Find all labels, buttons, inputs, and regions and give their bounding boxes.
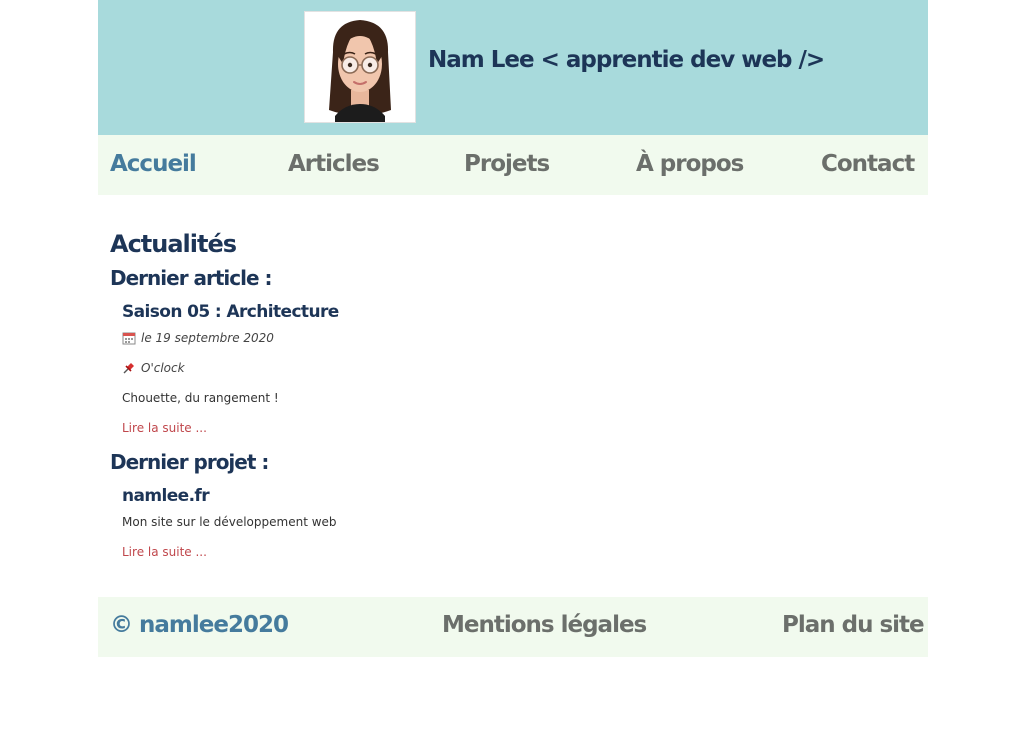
site-header: Nam Lee < apprentie dev web /> xyxy=(98,0,928,135)
news-heading: Actualités xyxy=(110,230,237,258)
avatar-memoji-icon xyxy=(329,20,391,122)
article-date: le 19 septembre 2020 xyxy=(122,331,274,345)
footer-link-sitemap[interactable]: Plan du site xyxy=(782,612,925,638)
article-category-text: O'clock xyxy=(141,361,185,375)
nav-item-a-propos[interactable]: À propos xyxy=(636,151,744,177)
site-footer: © namlee2020 Mentions légales Plan du si… xyxy=(98,597,928,657)
site-title: Nam Lee < apprentie dev web /> xyxy=(428,47,825,73)
last-project-heading: Dernier projet : xyxy=(110,450,269,474)
avatar xyxy=(304,11,416,123)
pin-icon xyxy=(123,363,134,374)
calendar-icon xyxy=(122,332,136,345)
footer-link-legal[interactable]: Mentions légales xyxy=(442,612,647,638)
article-title: Saison 05 : Architecture xyxy=(122,302,339,322)
nav-item-projets[interactable]: Projets xyxy=(464,151,550,177)
article-excerpt: Chouette, du rangement ! xyxy=(122,391,279,405)
nav-item-contact[interactable]: Contact xyxy=(821,151,915,177)
last-article-heading: Dernier article : xyxy=(110,266,273,290)
article-category: O'clock xyxy=(122,361,185,375)
nav-item-articles[interactable]: Articles xyxy=(288,151,380,177)
nav-item-accueil[interactable]: Accueil xyxy=(110,151,197,177)
project-excerpt: Mon site sur le développement web xyxy=(122,515,337,529)
project-read-more-link[interactable]: Lire la suite ... xyxy=(122,545,207,559)
main-content: Actualités Dernier article : Saison 05 :… xyxy=(98,195,928,597)
page: Nam Lee < apprentie dev web /> Accueil A… xyxy=(98,0,928,657)
project-title: namlee.fr xyxy=(122,486,210,506)
article-read-more-link[interactable]: Lire la suite ... xyxy=(122,421,207,435)
main-nav: Accueil Articles Projets À propos Contac… xyxy=(98,135,928,195)
copyright-text: © namlee2020 xyxy=(110,612,289,638)
article-date-text: le 19 septembre 2020 xyxy=(141,331,274,345)
